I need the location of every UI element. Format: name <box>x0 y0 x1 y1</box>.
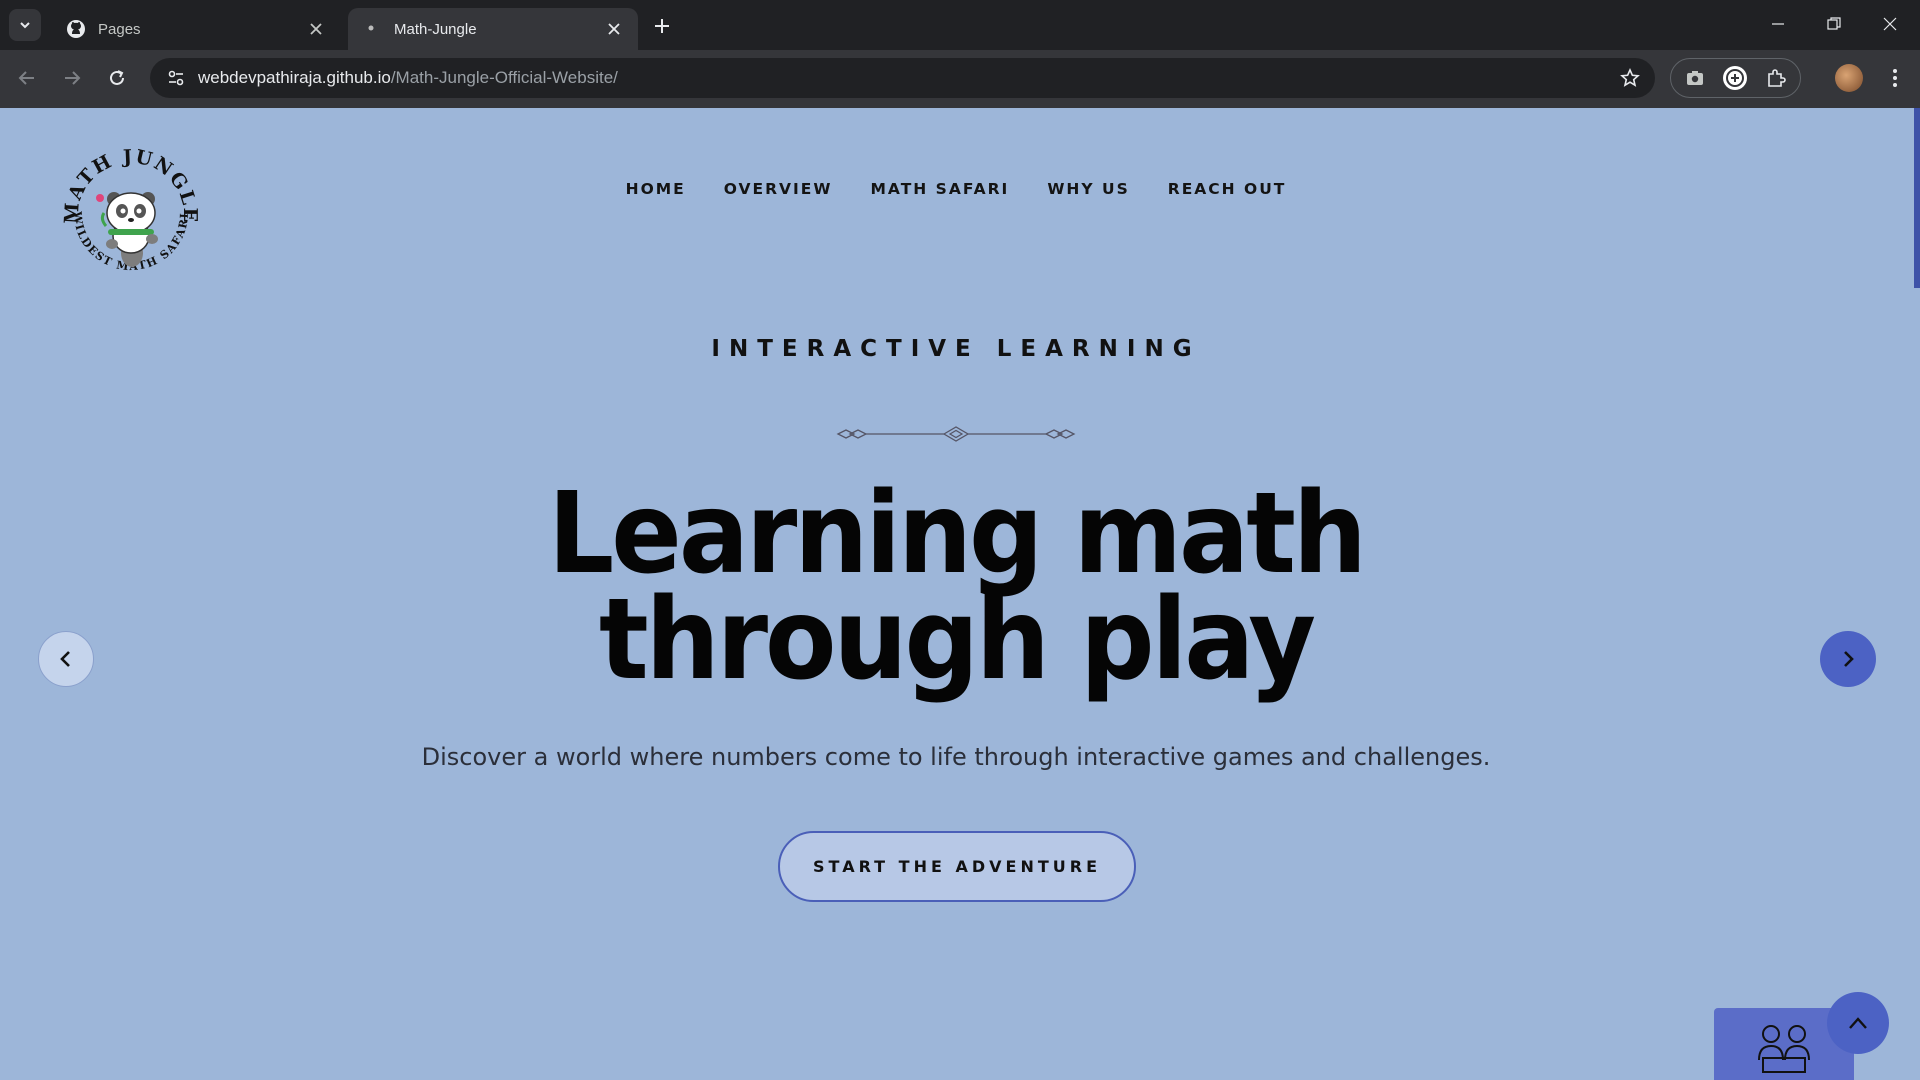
github-icon <box>66 19 86 39</box>
chevron-up-icon <box>1849 1017 1867 1029</box>
start-adventure-button[interactable]: START THE ADVENTURE <box>778 831 1136 902</box>
address-bar[interactable]: webdevpathiraja.github.io/Math-Jungle-Of… <box>150 58 1655 98</box>
close-window-button[interactable] <box>1862 0 1918 48</box>
puzzle-icon[interactable] <box>1760 62 1792 94</box>
tab-title: Math-Jungle <box>394 20 477 38</box>
tab-pages[interactable]: Pages <box>52 8 340 50</box>
site-info-icon[interactable] <box>156 58 196 98</box>
profile-avatar[interactable] <box>1835 64 1863 92</box>
chevron-right-icon <box>1844 651 1854 667</box>
browser-toolbar: webdevpathiraja.github.io/Math-Jungle-Of… <box>0 50 1920 108</box>
more-vert-icon <box>1893 69 1897 87</box>
close-tab-icon[interactable] <box>306 19 326 39</box>
extensions-group <box>1670 58 1801 98</box>
tab-strip: Pages Math-Jungle <box>0 0 1920 50</box>
main-nav: HOME OVERVIEW MATH SAFARI WHY US REACH O… <box>0 180 1912 198</box>
carousel-next-button[interactable] <box>1820 631 1876 687</box>
chevron-left-icon <box>60 651 70 667</box>
url-text: webdevpathiraja.github.io/Math-Jungle-Of… <box>198 68 618 88</box>
tab-search-button[interactable] <box>9 9 41 41</box>
hero-subtitle: Discover a world where numbers come to l… <box>421 743 1491 771</box>
site-favicon <box>362 19 382 39</box>
tab-title: Pages <box>98 20 141 38</box>
scrollbar-thumb[interactable] <box>1914 108 1920 288</box>
restore-button[interactable] <box>1806 0 1862 48</box>
new-tab-button[interactable] <box>648 12 676 40</box>
carousel-prev-button[interactable] <box>38 631 94 687</box>
url-path: /Math-Jungle-Official-Website/ <box>390 68 618 87</box>
tab-math-jungle[interactable]: Math-Jungle <box>348 8 638 50</box>
forward-button[interactable] <box>55 61 89 95</box>
page-viewport: MATH JUNGLE WILDEST MATH SAFARI HOME OVE… <box>0 108 1920 1080</box>
hero-eyebrow: INTERACTIVE LEARNING <box>711 336 1201 362</box>
screenshot-icon[interactable] <box>1679 62 1711 94</box>
nav-home[interactable]: HOME <box>626 180 686 198</box>
ornament-divider-icon <box>836 426 1076 442</box>
scroll-to-top-button[interactable] <box>1827 992 1889 1054</box>
headline-line-2: through play <box>598 573 1316 705</box>
url-host: webdevpathiraja.github.io <box>198 68 391 87</box>
restore-icon <box>1827 17 1841 30</box>
arrow-right-icon <box>65 71 81 85</box>
reload-button[interactable] <box>100 61 134 95</box>
reload-icon <box>110 70 124 85</box>
minimize-icon <box>1772 23 1784 25</box>
nav-overview[interactable]: OVERVIEW <box>724 180 833 198</box>
nav-math-safari[interactable]: MATH SAFARI <box>871 180 1010 198</box>
chevron-down-icon <box>20 22 30 29</box>
hero-headline: Learning math through play <box>0 477 1912 695</box>
back-button[interactable] <box>10 61 44 95</box>
browser-menu-button[interactable] <box>1880 62 1910 94</box>
page-scrollbar[interactable] <box>1914 108 1920 1080</box>
minimize-button[interactable] <box>1750 0 1806 48</box>
nav-why-us[interactable]: WHY US <box>1047 180 1129 198</box>
nav-reach-out[interactable]: REACH OUT <box>1168 180 1287 198</box>
plus-icon <box>655 19 669 33</box>
people-at-laptop-icon <box>1758 1025 1810 1073</box>
translate-icon[interactable] <box>1719 62 1751 94</box>
math-jungle-logo[interactable]: MATH JUNGLE WILDEST MATH SAFARI <box>56 141 206 291</box>
bookmark-star-icon[interactable] <box>1615 63 1645 93</box>
arrow-left-icon <box>18 71 34 85</box>
close-icon <box>1883 17 1897 31</box>
close-tab-icon[interactable] <box>604 19 624 39</box>
